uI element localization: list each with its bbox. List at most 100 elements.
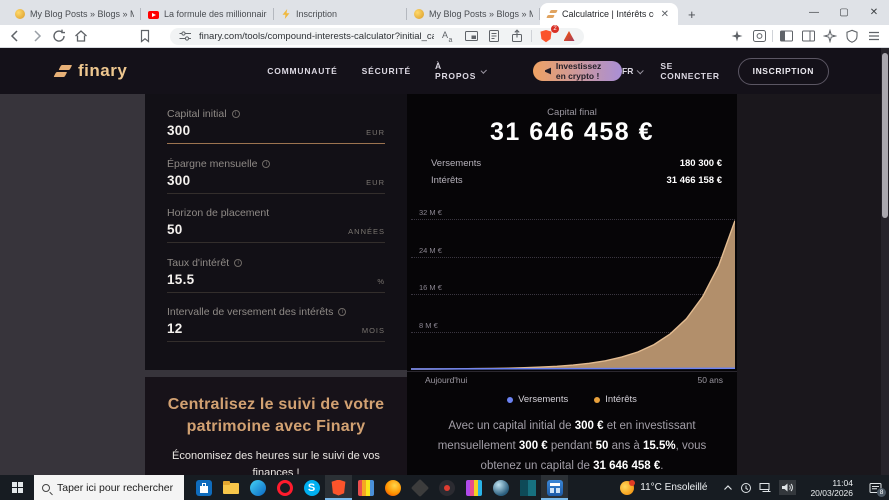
header-nav: COMMUNAUTÉ SÉCURITÉ À PROPOS Investissez…	[267, 61, 623, 81]
interets-area	[411, 220, 735, 369]
page-scrollbar[interactable]	[881, 48, 889, 475]
tab-title: Inscription	[296, 9, 338, 19]
toolbar-right-icons	[728, 28, 883, 44]
taskbar-firefox-icon[interactable]	[379, 475, 406, 500]
capital-initial-input[interactable]: 300	[167, 123, 190, 138]
info-icon[interactable]: i	[234, 258, 243, 267]
translate-icon[interactable]: Aa	[439, 28, 457, 44]
chart-plot[interactable]: 8 M €16 M €24 M €32 M €	[411, 206, 735, 370]
minimize-button[interactable]: —	[799, 0, 829, 25]
split-view-icon[interactable]	[799, 28, 817, 44]
taskbar-globe-app-icon[interactable]	[487, 475, 514, 500]
login-link[interactable]: SE CONNECTER	[660, 61, 719, 81]
promo-section: Centralisez le suivi de votre patrimoine…	[145, 377, 407, 479]
tab-active-calculatrice[interactable]: Calculatrice | Intérêts composés ✕	[540, 3, 678, 25]
markethive-icon	[15, 9, 25, 19]
rewards-sparkle-icon[interactable]	[821, 28, 839, 44]
field-horizon-placement: Horizon de placement 50 ANNÉES	[167, 207, 385, 243]
taskbar-calculator-icon-active[interactable]	[541, 475, 568, 500]
new-tab-button[interactable]: +	[678, 7, 706, 25]
finary-logo[interactable]: finary	[53, 61, 127, 81]
info-icon[interactable]: i	[338, 308, 347, 316]
taskbar-file-explorer-icon[interactable]	[217, 475, 244, 500]
info-icon[interactable]: i	[231, 110, 240, 118]
horizon-input[interactable]: 50	[167, 222, 183, 237]
close-window-button[interactable]: ✕	[859, 0, 889, 25]
calculator-form: Capital initial i 300 EUR Épargne mensuell…	[145, 94, 407, 370]
taskbar-screen-recorder-icon[interactable]	[433, 475, 460, 500]
nav-a-propos[interactable]: À PROPOS	[435, 61, 488, 81]
sidebar-icon[interactable]	[777, 28, 795, 44]
brave-rewards-icon[interactable]	[560, 28, 578, 44]
tray-expand-icon[interactable]	[723, 484, 733, 492]
onedrive-sync-icon[interactable]	[740, 482, 752, 494]
signup-button[interactable]: INSCRIPTION	[737, 57, 829, 85]
forward-icon[interactable]	[28, 28, 46, 44]
nav-securite[interactable]: SÉCURITÉ	[362, 66, 411, 76]
intervalle-input[interactable]: 12	[167, 321, 183, 336]
home-icon[interactable]	[72, 28, 90, 44]
close-tab-icon[interactable]: ✕	[659, 9, 671, 20]
legend-item-versements[interactable]: Versements	[507, 394, 568, 405]
taskbar-clock[interactable]: 11:04 20/03/2026	[802, 478, 861, 498]
taskbar-skype-icon[interactable]: S	[298, 475, 325, 500]
tab-youtube[interactable]: La formule des millionnaires : les inté	[141, 3, 274, 25]
volume-icon[interactable]	[779, 480, 797, 495]
reader-mode-icon[interactable]	[485, 28, 503, 44]
bookmark-icon[interactable]	[136, 28, 154, 44]
taskbar-teal-app-icon[interactable]	[514, 475, 541, 500]
taskbar-pdf-stripes-icon[interactable]	[352, 475, 379, 500]
taux-input[interactable]: 15.5	[167, 272, 194, 287]
tab-search-icon[interactable]	[750, 28, 768, 44]
tab-markethive-1[interactable]: My Blog Posts » Blogs » Markethive	[8, 3, 141, 25]
share-icon[interactable]	[508, 28, 526, 44]
tab-inscription[interactable]: Inscription	[274, 3, 407, 25]
taskbar-inkscape-icon[interactable]	[406, 475, 433, 500]
date: 20/03/2026	[810, 487, 853, 498]
taskbar-opera-icon[interactable]	[271, 475, 298, 500]
taskbar-search-input[interactable]: Taper ici pour rechercher	[34, 475, 184, 500]
brave-shield-icon[interactable]: 2	[537, 25, 559, 44]
taskbar-brave-icon-active[interactable]	[325, 475, 352, 500]
taskbar-rainbow-app-icon[interactable]	[460, 475, 487, 500]
versements-row: Versements 180 300 €	[431, 158, 722, 169]
picture-in-picture-icon[interactable]	[462, 28, 480, 44]
menu-icon[interactable]	[865, 28, 883, 44]
taskbar-store-icon[interactable]	[190, 475, 217, 500]
field-capital-initial: Capital initial i 300 EUR	[167, 108, 385, 144]
x-axis-left-label: Aujourd'hui	[425, 374, 468, 385]
scrollbar-thumb[interactable]	[882, 53, 888, 218]
divider	[772, 30, 773, 42]
network-icon[interactable]	[759, 482, 772, 493]
shield-badge: 2	[551, 25, 559, 33]
field-unit: EUR	[366, 128, 385, 137]
start-button[interactable]	[0, 475, 34, 500]
leo-ai-icon[interactable]	[728, 28, 746, 44]
epargne-mensuelle-input[interactable]: 300	[167, 173, 190, 188]
language-selector[interactable]: FR	[622, 66, 645, 76]
spark-icon	[282, 9, 290, 19]
chevron-down-icon	[480, 67, 488, 74]
versements-line	[411, 367, 735, 370]
url-bar[interactable]: finary.com/tools/compound-interests-calc…	[170, 25, 584, 45]
nav-communaute[interactable]: COMMUNAUTÉ	[267, 66, 337, 76]
field-label: Intervalle de versement des intérêts	[167, 306, 334, 318]
taskbar-edge-icon[interactable]	[244, 475, 271, 500]
action-center-button[interactable]: 8	[861, 475, 889, 500]
maximize-button[interactable]: ▢	[829, 0, 859, 25]
x-axis-right-label: 50 ans	[697, 374, 723, 385]
weather-widget[interactable]: 11°C Ensoleillé	[610, 479, 717, 495]
reload-icon[interactable]	[50, 28, 68, 44]
back-icon[interactable]	[6, 28, 24, 44]
chevron-down-icon	[637, 66, 645, 74]
tab-markethive-2[interactable]: My Blog Posts » Blogs » Markethive	[407, 3, 540, 25]
site-settings-tune-icon[interactable]	[176, 28, 194, 44]
legend-item-intérêts[interactable]: Intérêts	[594, 394, 637, 405]
field-epargne-mensuelle: Épargne mensuelle i 300 EUR	[167, 158, 385, 194]
info-icon[interactable]: i	[262, 159, 271, 168]
vpn-shield-icon[interactable]	[843, 28, 861, 44]
crypto-cta-button[interactable]: Investissez en crypto !	[533, 61, 623, 81]
taskbar-apps: S	[190, 475, 568, 500]
field-label: Taux d'intérêt	[167, 256, 230, 269]
url-text[interactable]: finary.com/tools/compound-interests-calc…	[199, 31, 434, 42]
